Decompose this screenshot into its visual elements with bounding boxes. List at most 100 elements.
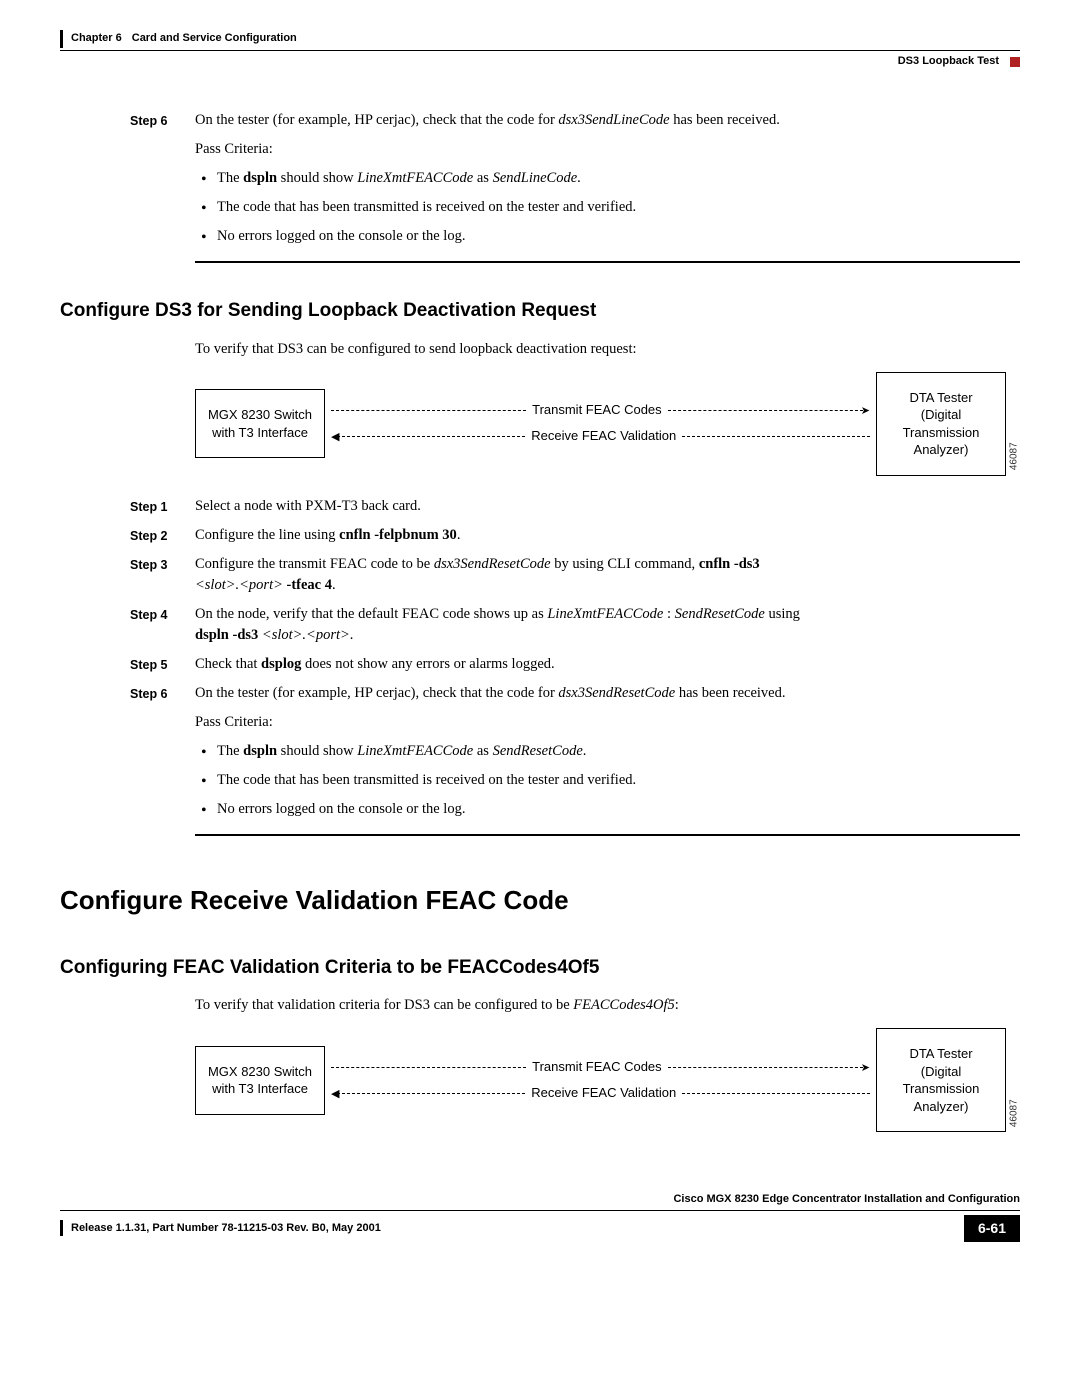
- diagram-box-right: DTA Tester (Digital Transmission Analyze…: [876, 1028, 1006, 1132]
- text: .: [350, 627, 354, 643]
- step-body: On the tester (for example, HP cerjac), …: [195, 110, 1020, 247]
- figure-id: 46087: [1008, 1099, 1023, 1127]
- diagram-box-left: MGX 8230 Switch with T3 Interface: [195, 1046, 325, 1115]
- cmd-bold: dspln: [243, 170, 277, 186]
- box-line: (Digital: [885, 406, 997, 424]
- code-italic: SendResetCode: [493, 743, 583, 759]
- step-row: Step 2 Configure the line using cnfln -f…: [60, 525, 1020, 546]
- page-content: Step 6 On the tester (for example, HP ce…: [60, 110, 1020, 1132]
- cmd-bold: dsplog: [261, 656, 301, 672]
- box-line: (Digital: [885, 1063, 997, 1081]
- code-italic: SendResetCode: [675, 606, 765, 622]
- text: The: [217, 170, 243, 186]
- text: :: [663, 606, 674, 622]
- page-footer: Cisco MGX 8230 Edge Concentrator Install…: [60, 1192, 1020, 1241]
- text: On the tester (for example, HP cerjac), …: [195, 685, 558, 701]
- box-line: Transmission: [885, 1080, 997, 1098]
- footer-bar: [60, 1220, 63, 1236]
- footer-doc-title: Cisco MGX 8230 Edge Concentrator Install…: [60, 1192, 1020, 1211]
- step-label: Step 6: [60, 110, 195, 247]
- cmd-bold: dspln: [243, 743, 277, 759]
- step-label: Step 1: [60, 496, 195, 517]
- code-italic: FEACCodes4Of5: [573, 997, 675, 1013]
- box-line: Analyzer): [885, 1098, 997, 1116]
- text: Configure the transmit FEAC code to be: [195, 556, 434, 572]
- text: .: [577, 170, 581, 186]
- step-row: Step 6 On the tester (for example, HP ce…: [60, 110, 1020, 247]
- step-body: On the tester (for example, HP cerjac), …: [195, 683, 1020, 820]
- cmd-bold: -tfeac 4: [283, 577, 332, 593]
- pass-criteria-list: The dspln should show LineXmtFEACCode as…: [195, 168, 1020, 247]
- text: The: [217, 743, 243, 759]
- arrow-right-icon: [863, 1057, 870, 1078]
- text: as: [473, 743, 492, 759]
- text: To verify that validation criteria for D…: [195, 997, 573, 1013]
- param-italic: <slot>.<port>: [262, 627, 350, 643]
- code-italic: dsx3SendResetCode: [558, 685, 675, 701]
- arrow-label: Transmit FEAC Codes: [526, 1058, 668, 1077]
- code-italic: dsx3SendResetCode: [434, 556, 551, 572]
- arrow-line: Transmit FEAC Codes: [331, 1054, 870, 1080]
- box-line: Transmission: [885, 424, 997, 442]
- text: should show: [277, 170, 357, 186]
- step-body: Configure the transmit FEAC code to be d…: [195, 554, 1020, 596]
- text: On the tester (for example, HP cerjac), …: [195, 112, 558, 128]
- code-italic: LineXmtFEACCode: [357, 743, 473, 759]
- step-body: Select a node with PXM-T3 back card.: [195, 496, 1020, 517]
- text: using: [765, 606, 800, 622]
- step-row: Step 6 On the tester (for example, HP ce…: [60, 683, 1020, 820]
- box-line: DTA Tester: [885, 389, 997, 407]
- text: has been received.: [675, 685, 785, 701]
- list-item: No errors logged on the console or the l…: [195, 226, 1020, 247]
- arrow-label: Receive FEAC Validation: [525, 427, 682, 446]
- text: Configure the line using: [195, 527, 339, 543]
- pass-criteria-label: Pass Criteria:: [195, 712, 1020, 733]
- section-heading: Configuring FEAC Validation Criteria to …: [60, 954, 1020, 982]
- release-text: Release 1.1.31, Part Number 78-11215-03 …: [71, 1221, 381, 1237]
- running-header: Chapter 6 Card and Service Configuration: [60, 30, 1020, 51]
- code-italic: LineXmtFEACCode: [357, 170, 473, 186]
- list-item: The dspln should show LineXmtFEACCode as…: [195, 741, 1020, 762]
- text: On the node, verify that the default FEA…: [195, 606, 547, 622]
- list-item: The code that has been transmitted is re…: [195, 770, 1020, 791]
- diagram-box-left: MGX 8230 Switch with T3 Interface: [195, 389, 325, 458]
- step-row: Step 5 Check that dsplog does not show a…: [60, 654, 1020, 675]
- list-item: The dspln should show LineXmtFEACCode as…: [195, 168, 1020, 189]
- intro-text: To verify that DS3 can be configured to …: [195, 339, 1020, 360]
- text: has been received.: [670, 112, 780, 128]
- step-row: Step 4 On the node, verify that the defa…: [60, 604, 1020, 646]
- box-line: MGX 8230 Switch: [204, 1063, 316, 1081]
- step-label: Step 5: [60, 654, 195, 675]
- box-line: MGX 8230 Switch: [204, 406, 316, 424]
- box-line: DTA Tester: [885, 1045, 997, 1063]
- chapter-number: Chapter 6: [71, 31, 122, 47]
- diagram: MGX 8230 Switch with T3 Interface Transm…: [195, 1028, 1020, 1132]
- page-number-badge: 6-61: [964, 1215, 1020, 1241]
- step-label: Step 6: [60, 683, 195, 820]
- cmd-bold: cnfln -ds3: [699, 556, 760, 572]
- param-italic: <slot>.<port>: [195, 577, 283, 593]
- chapter-title: Card and Service Configuration: [132, 31, 297, 47]
- major-heading: Configure Receive Validation FEAC Code: [60, 882, 1020, 920]
- box-line: with T3 Interface: [204, 1080, 316, 1098]
- separator: [195, 834, 1020, 836]
- figure-id: 46087: [1008, 443, 1023, 471]
- step-body: Configure the line using cnfln -felpbnum…: [195, 525, 1020, 546]
- code-italic: SendLineCode: [493, 170, 578, 186]
- text: Check that: [195, 656, 261, 672]
- text: does not show any errors or alarms logge…: [301, 656, 554, 672]
- box-line: Analyzer): [885, 441, 997, 459]
- arrow-right-icon: [863, 400, 870, 421]
- pass-criteria-list: The dspln should show LineXmtFEACCode as…: [195, 741, 1020, 820]
- header-bar: [60, 30, 63, 48]
- code-italic: dsx3SendLineCode: [558, 112, 669, 128]
- text: :: [675, 997, 679, 1013]
- cmd-bold: cnfln -felpbnum 30: [339, 527, 457, 543]
- step-label: Step 3: [60, 554, 195, 596]
- step-row: Step 3 Configure the transmit FEAC code …: [60, 554, 1020, 596]
- box-line: with T3 Interface: [204, 424, 316, 442]
- separator: [195, 261, 1020, 263]
- step-label: Step 4: [60, 604, 195, 646]
- text: .: [583, 743, 587, 759]
- diagram-center: Transmit FEAC Codes Receive FEAC Validat…: [325, 1054, 876, 1106]
